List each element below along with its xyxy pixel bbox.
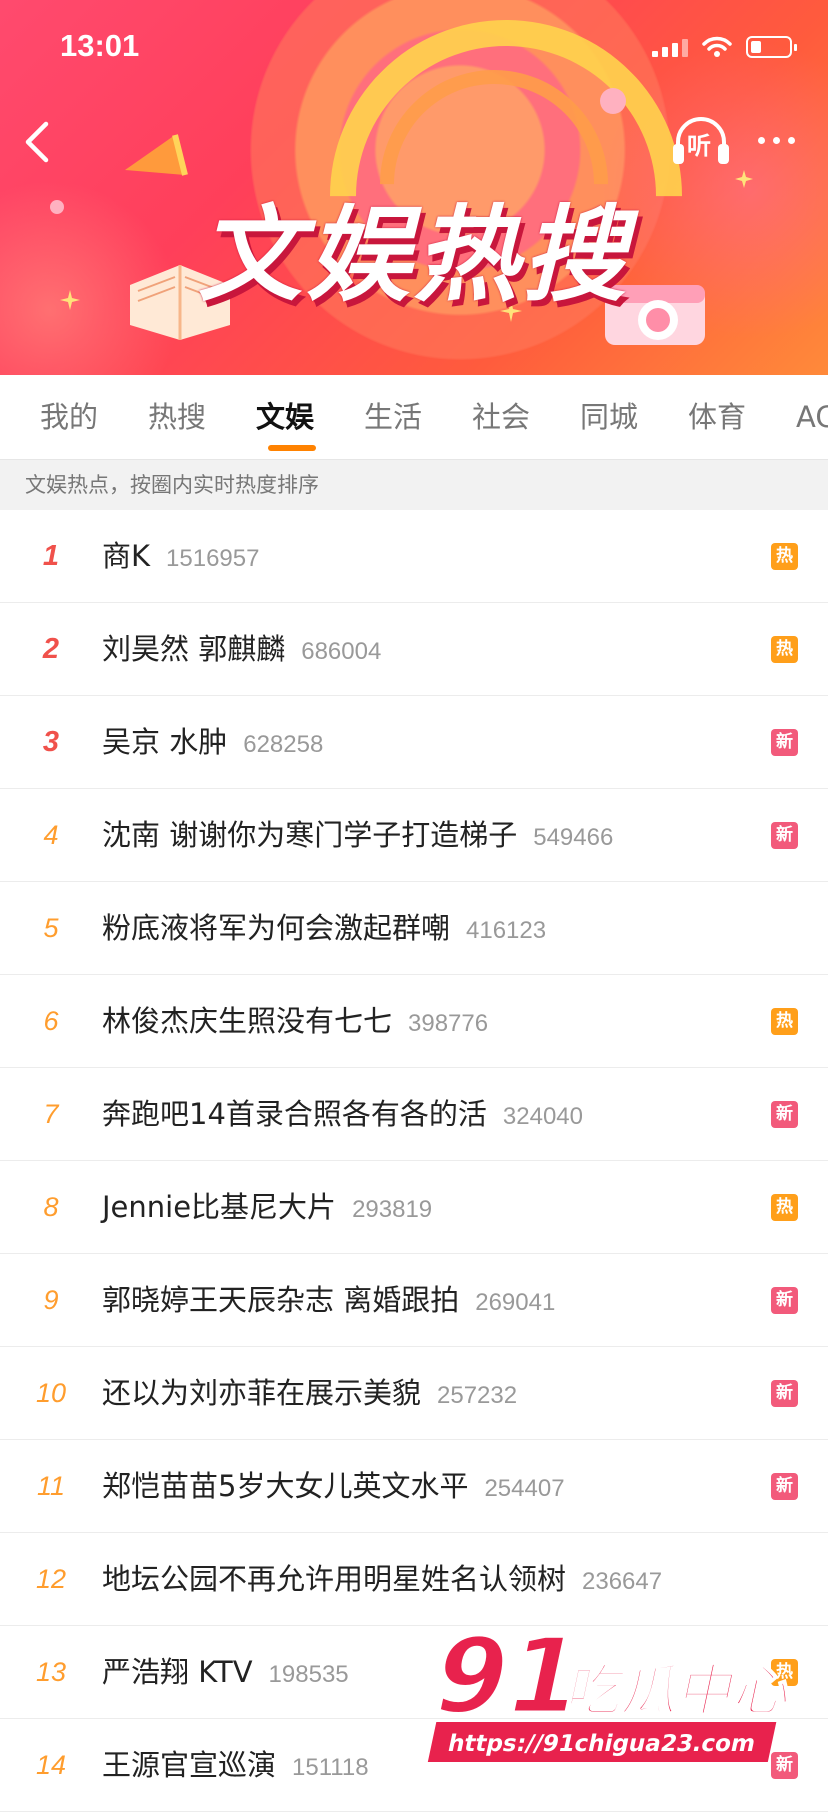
heat-count: 416123 [466,917,547,944]
list-item[interactable]: 6 林俊杰庆生照没有七七 398776 热 [0,975,828,1068]
item-title: 郑恺苗苗5岁大女儿英文水平 [102,1469,469,1503]
status-time: 13:01 [60,28,140,63]
hot-badge: 热 [771,543,798,570]
rank-number: 4 [43,820,59,850]
rank-number: 13 [35,1657,67,1687]
list-item[interactable]: 10 还以为刘亦菲在展示美貌 257232 新 [0,1347,828,1440]
cellular-signal-icon [652,37,688,57]
heat-count: 257232 [437,1382,518,1409]
status-icons [652,36,797,58]
tab-mine[interactable]: 我的 [40,375,98,459]
rank-number: 14 [35,1750,67,1780]
watermark-graphic: 91 吃瓜中心 https://91chigua23.com [422,1614,800,1762]
tab-acg[interactable]: AC [796,375,828,459]
item-title: 林俊杰庆生照没有七七 [102,1004,393,1038]
heat-count: 1516957 [166,545,260,572]
watermark-logo: 91 吃瓜中心 https://91chigua23.com [418,1614,818,1780]
heat-count: 236647 [582,1568,663,1595]
item-title: 吴京 水肿 [102,725,228,759]
rank-number: 10 [35,1378,67,1408]
list-item[interactable]: 4 沈南 谢谢你为寒门学子打造梯子 549466 新 [0,789,828,882]
rank-number: 2 [42,633,60,665]
svg-text:https://91chigua23.com: https://91chigua23.com [445,1730,757,1757]
heat-count: 198535 [268,1661,349,1688]
hot-search-list: 1 商K 1516957 热 2 刘昊然 郭麒麟 686004 热 3 吴京 水肿 6… [0,510,828,1812]
new-badge: 新 [771,1101,798,1128]
battery-icon [746,36,797,58]
page-title: 文娱热搜 [197,194,630,316]
rank-number: 6 [43,1006,59,1036]
heat-count: 628258 [243,731,324,758]
section-description: 文娱热点，按圈内实时热度排序 [0,460,828,510]
heat-count: 324040 [502,1103,583,1130]
hot-badge: 热 [771,1008,798,1035]
hot-badge: 热 [771,1194,798,1221]
heat-count: 398776 [408,1010,489,1037]
new-badge: 新 [771,822,798,849]
list-item[interactable]: 3 吴京 水肿 628258 新 [0,696,828,789]
tab-life[interactable]: 生活 [364,375,422,459]
item-title: 奔跑吧14首录合照各有各的活 [102,1097,487,1131]
hot-badge: 热 [771,636,798,663]
tab-hot-search[interactable]: 热搜 [148,375,206,459]
list-item[interactable]: 8 Jennie比基尼大片 293819 热 [0,1161,828,1254]
dot-icon [757,136,765,144]
item-title: Jennie比基尼大片 [102,1190,337,1224]
heat-count: 269041 [475,1289,556,1316]
new-badge: 新 [771,1287,798,1314]
tab-society[interactable]: 社会 [472,375,530,459]
list-item[interactable]: 1 商K 1516957 热 [0,510,828,603]
heat-count: 549466 [533,824,614,851]
item-title: 刘昊然 郭麒麟 [102,632,286,666]
header-banner: 13:01 听 文娱热搜 [0,0,828,375]
new-badge: 新 [771,1473,798,1500]
item-title: 商K [102,539,151,573]
list-item[interactable]: 9 郭晓婷王天辰杂志 离婚跟拍 269041 新 [0,1254,828,1347]
rank-number: 5 [43,913,59,943]
back-button[interactable] [18,118,58,166]
heat-count: 151118 [292,1754,369,1781]
bubble-decoration [600,88,626,114]
list-item[interactable]: 7 奔跑吧14首录合照各有各的活 324040 新 [0,1068,828,1161]
list-item[interactable]: 12 地坛公园不再允许用明星姓名认领树 236647 [0,1533,828,1626]
listen-label: 听 [687,132,711,160]
rank-number: 9 [43,1285,59,1315]
list-item[interactable]: 11 郑恺苗苗5岁大女儿英文水平 254407 新 [0,1440,828,1533]
item-title: 地坛公园不再允许用明星姓名认领树 [102,1562,567,1596]
listen-button[interactable]: 听 [670,112,732,168]
dot-icon [772,136,780,144]
heat-count: 254407 [484,1475,565,1502]
active-tab-indicator [268,445,316,451]
heat-count: 686004 [301,638,382,665]
list-item[interactable]: 2 刘昊然 郭麒麟 686004 热 [0,603,828,696]
item-title: 王源官宣巡演 [102,1748,277,1782]
dot-icon [787,136,795,144]
wifi-icon [702,36,732,57]
chevron-left-icon [25,121,49,163]
item-title: 沈南 谢谢你为寒门学子打造梯子 [102,818,518,852]
rank-number: 12 [35,1564,67,1594]
item-title: 还以为刘亦菲在展示美貌 [102,1376,422,1410]
item-title: 粉底液将军为何会激起群嘲 [102,911,451,945]
svg-text:吃瓜中心: 吃瓜中心 [561,1659,799,1724]
tab-local[interactable]: 同城 [580,375,638,459]
category-tabs: 我的 热搜 文娱 生活 社会 同城 体育 AC [0,375,828,460]
rank-number: 3 [42,726,60,758]
new-badge: 新 [771,1380,798,1407]
rank-number: 7 [43,1099,59,1129]
list-item[interactable]: 5 粉底液将军为何会激起群嘲 416123 [0,882,828,975]
more-options-button[interactable] [752,124,800,156]
rank-number: 11 [36,1471,66,1501]
item-title: 郭晓婷王天辰杂志 离婚跟拍 [102,1283,460,1317]
heat-count: 293819 [352,1196,433,1223]
item-title: 严浩翔 KTV [102,1655,253,1689]
new-badge: 新 [771,729,798,756]
tab-sports[interactable]: 体育 [688,375,746,459]
rank-number: 1 [42,540,60,572]
rank-number: 8 [43,1192,59,1222]
